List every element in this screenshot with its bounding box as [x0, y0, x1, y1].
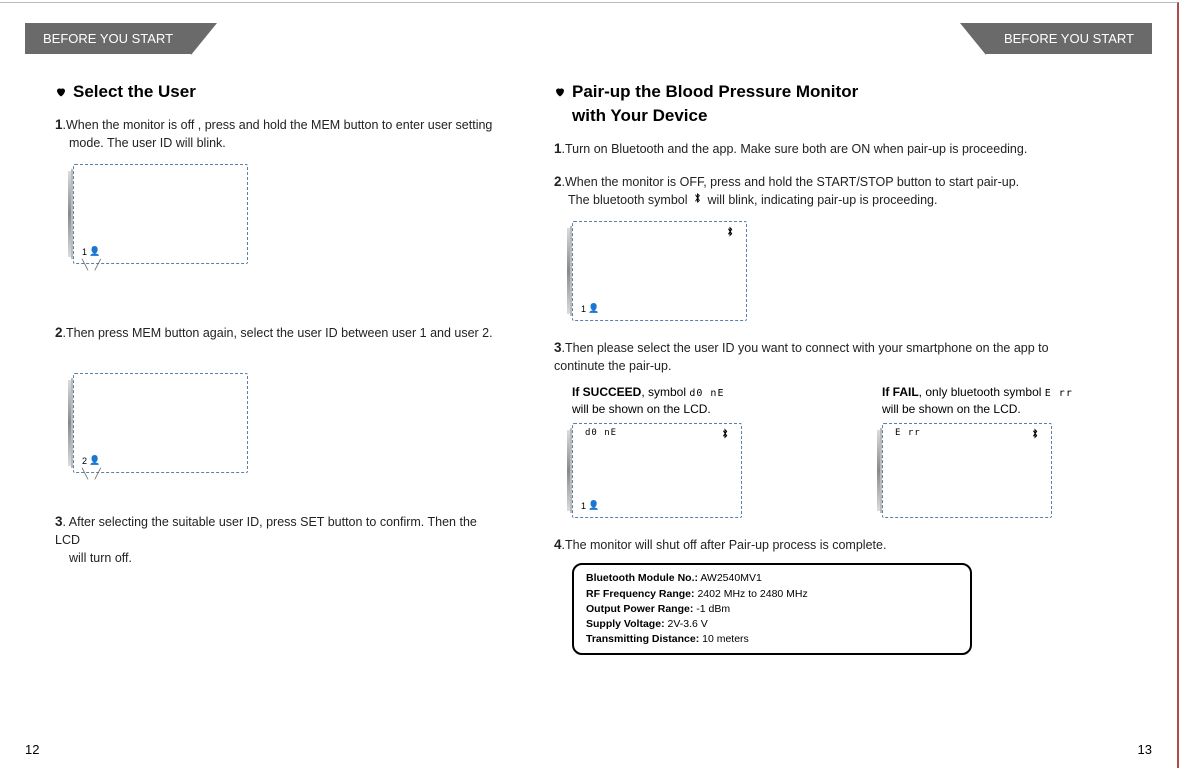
lcd-fail: E rr: [882, 423, 1052, 518]
right-step-2: 2.When the monitor is OFF, press and hol…: [554, 173, 1132, 209]
err-symbol: E rr: [1045, 388, 1073, 399]
right-step-4: 4.The monitor will shut off after Pair-u…: [554, 536, 1132, 555]
page-number-left: 12: [25, 742, 39, 757]
lcd-user-indicator: 2 👤: [82, 455, 100, 466]
done-symbol: d0 nE: [689, 388, 724, 399]
lcd-illustration-pair: 1 👤: [572, 221, 747, 321]
left-step-3: 3. After selecting the suitable user ID,…: [55, 513, 504, 567]
person-icon: 👤: [89, 455, 100, 466]
lcd-user-indicator: 1 👤: [581, 303, 599, 314]
person-icon: 👤: [588, 303, 599, 314]
fail-column: If FAIL, only bluetooth symbol E rr will…: [882, 384, 1132, 519]
heading-pairup: Pair-up the Blood Pressure Monitor: [554, 82, 1132, 102]
left-page: BEFORE YOU START Select the User 1.When …: [25, 23, 524, 753]
bluetooth-icon: [1031, 428, 1039, 442]
right-step-1: 1.Turn on Bluetooth and the app. Make su…: [554, 140, 1132, 159]
heart-icon: [554, 86, 566, 98]
lcd-user-indicator: 1 👤: [581, 500, 599, 511]
bluetooth-icon: [721, 428, 729, 442]
result-row: If SUCCEED, symbol d0 nE will be shown o…: [572, 384, 1132, 519]
lcd-illustration-1: 1 👤 ╲ ╱: [73, 164, 248, 264]
blink-marks: ╲ ╱: [82, 469, 103, 480]
bluetooth-info-box: Bluetooth Module No.: AW2540MV1 RF Frequ…: [572, 563, 972, 655]
heart-icon: [55, 86, 67, 98]
section-tab-right: BEFORE YOU START: [986, 23, 1152, 54]
lcd-illustration-2: 2 👤 ╲ ╱: [73, 373, 248, 473]
bluetooth-icon: [726, 226, 734, 240]
left-step-1: 1.When the monitor is off , press and ho…: [55, 116, 504, 152]
lcd-succeed: d0 nE 1 👤: [572, 423, 742, 518]
page-number-right: 13: [1138, 742, 1152, 757]
section-tab-left: BEFORE YOU START: [25, 23, 191, 54]
right-step-3: 3.Then please select the user ID you wan…: [554, 339, 1132, 375]
person-icon: 👤: [89, 246, 100, 257]
person-icon: 👤: [588, 500, 599, 511]
done-symbol: d0 nE: [585, 428, 617, 438]
left-step-2: 2.Then press MEM button again, select th…: [55, 324, 504, 343]
succeed-column: If SUCCEED, symbol d0 nE will be shown o…: [572, 384, 822, 519]
right-page: BEFORE YOU START Pair-up the Blood Press…: [524, 23, 1152, 753]
blink-marks: ╲ ╱: [82, 260, 103, 271]
heading-select-user: Select the User: [55, 82, 504, 102]
heading-text-line1: Pair-up the Blood Pressure Monitor: [572, 82, 858, 102]
lcd-user-indicator: 1 👤: [82, 246, 100, 257]
bluetooth-icon: [693, 192, 702, 209]
heading-text: Select the User: [73, 82, 196, 102]
err-symbol: E rr: [895, 428, 921, 438]
heading-text-line2: with Your Device: [572, 106, 1132, 126]
